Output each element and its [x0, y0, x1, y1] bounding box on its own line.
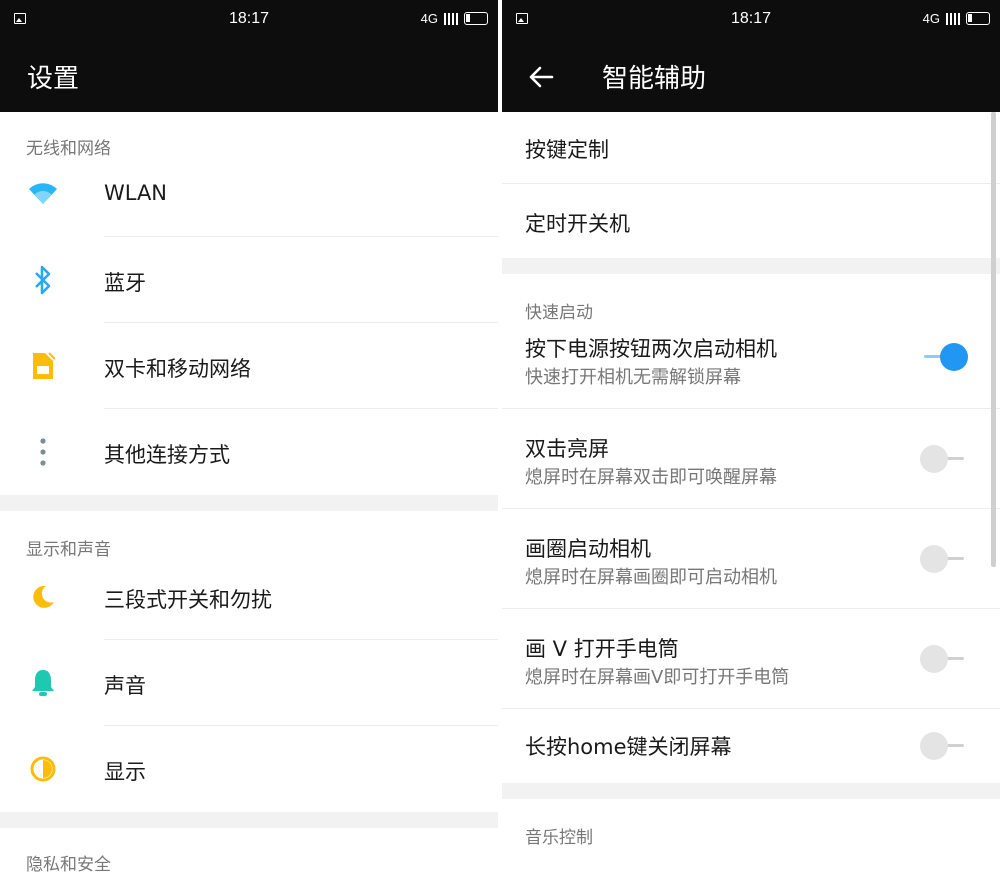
section-divider [502, 783, 1000, 799]
page-title: 设置 [27, 64, 80, 94]
toggle-item-v-flashlight[interactable]: 画 V 打开手电筒 熄屏时在屏幕画V即可打开手电筒 [502, 609, 1000, 709]
battery-icon [464, 12, 488, 25]
toggle-switch-on[interactable] [920, 343, 968, 371]
section-header-display-sound: 显示和声音 [26, 540, 111, 560]
signal-icon [444, 12, 458, 25]
signal-icon [946, 12, 960, 25]
settings-item-label: 其他连接方式 [104, 443, 230, 467]
settings-item-label: 三段式开关和勿扰 [104, 588, 272, 612]
settings-item-label: 蓝牙 [104, 271, 146, 295]
toggle-switch-off[interactable] [920, 732, 964, 760]
settings-screen: 18:17 4G 设置 无线和网络 WLAN 蓝牙 双卡和移动网络 其他连接方式… [0, 0, 498, 885]
settings-item-alert-slider[interactable]: 三段式开关和勿扰 [0, 564, 498, 640]
app-bar: 智能辅助 [502, 40, 1000, 112]
section-header-privacy: 隐私和安全 [26, 855, 111, 875]
moon-icon [28, 582, 58, 612]
settings-item-display[interactable]: 显示 [0, 726, 498, 812]
settings-item-label: WLAN [104, 181, 168, 205]
status-bar: 18:17 4G [0, 0, 498, 40]
section-header-wireless: 无线和网络 [26, 139, 111, 159]
contrast-icon [28, 754, 58, 784]
settings-item-other-connections[interactable]: 其他连接方式 [0, 409, 498, 495]
more-vertical-icon [28, 437, 58, 467]
network-type: 4G [922, 11, 940, 26]
network-type: 4G [420, 11, 438, 26]
section-divider [502, 258, 1000, 274]
settings-item-label: 声音 [104, 674, 146, 698]
toggle-switch-off[interactable] [920, 445, 964, 473]
settings-item-sound[interactable]: 声音 [0, 640, 498, 726]
wifi-icon [28, 179, 58, 209]
toggle-item-circle-camera[interactable]: 画圈启动相机 熄屏时在屏幕画圈即可启动相机 [502, 509, 1000, 609]
section-divider [0, 495, 498, 511]
toggle-switch-off[interactable] [920, 545, 964, 573]
settings-item-label: 双卡和移动网络 [104, 357, 251, 381]
toggle-item-double-press-camera[interactable]: 按下电源按钮两次启动相机 快速打开相机无需解锁屏幕 [502, 323, 1000, 409]
toggle-switch-off[interactable] [920, 645, 964, 673]
bell-icon [28, 668, 58, 698]
back-arrow-icon[interactable] [526, 62, 556, 92]
settings-item-bluetooth[interactable]: 蓝牙 [0, 237, 498, 323]
menu-item-button-customize[interactable]: 按键定制 [502, 112, 1000, 184]
settings-item-label: 显示 [104, 760, 146, 784]
page-title: 智能辅助 [602, 64, 707, 94]
section-divider [0, 812, 498, 828]
status-bar: 18:17 4G [502, 0, 1000, 40]
bluetooth-icon [28, 265, 58, 295]
settings-item-dual-sim[interactable]: 双卡和移动网络 [0, 323, 498, 409]
sim-card-icon [28, 351, 58, 381]
section-header-music-control: 音乐控制 [525, 828, 593, 848]
smart-assist-screen: 18:17 4G 智能辅助 按键定制 定时开关机 快速启动 按下电源按钮两次启动… [502, 0, 1000, 885]
section-header-quick-launch: 快速启动 [525, 303, 593, 323]
toggle-item-double-tap-wake[interactable]: 双击亮屏 熄屏时在屏幕双击即可唤醒屏幕 [502, 409, 1000, 509]
app-bar: 设置 [0, 40, 498, 112]
settings-item-wlan[interactable]: WLAN [0, 163, 498, 237]
scrollbar[interactable] [991, 112, 996, 567]
battery-icon [966, 12, 990, 25]
menu-item-scheduled-power[interactable]: 定时开关机 [502, 184, 1000, 258]
toggle-item-home-long-press[interactable]: 长按home键关闭屏幕 [502, 709, 1000, 783]
